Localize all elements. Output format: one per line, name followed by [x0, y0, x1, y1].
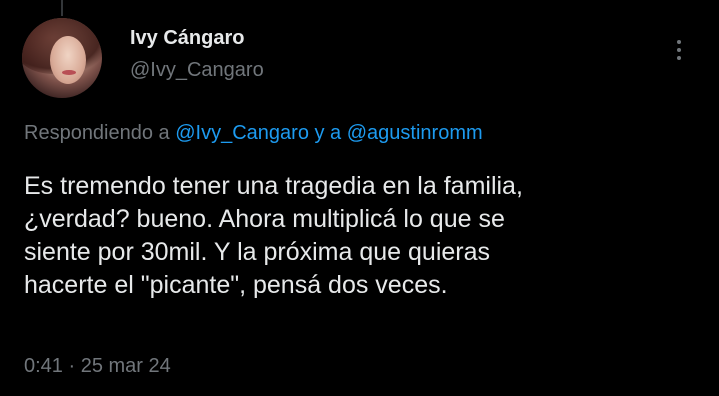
- tweet-line: hacerte el "picante", pensá dos veces.: [24, 271, 448, 299]
- avatar-face: [50, 36, 86, 84]
- tweet-line: Es tremendo tener una tragedia en la fam…: [24, 172, 523, 200]
- more-vertical-icon[interactable]: [668, 34, 690, 66]
- meta-separator: ·: [62, 355, 81, 377]
- avatar[interactable]: [22, 18, 102, 98]
- author-name[interactable]: Ivy Cángaro: [130, 27, 244, 50]
- tweet-timestamp[interactable]: 0:41 · 25 mar 24: [24, 355, 171, 378]
- reply-mention-ivy[interactable]: @Ivy_Cangaro: [175, 122, 309, 144]
- reply-prefix: Respondiendo a: [24, 122, 176, 144]
- tweet-text: Es tremendo tener una tragedia en la fam…: [24, 170, 704, 302]
- reply-connector: y a: [308, 122, 347, 144]
- tweet-date: 25 mar 24: [80, 355, 171, 377]
- reply-mention-agustin[interactable]: @agustinromm: [347, 122, 483, 144]
- more-dot: [677, 48, 681, 52]
- more-dot: [677, 56, 681, 60]
- avatar-lips: [62, 70, 76, 75]
- tweet-line: ¿verdad? bueno. Ahora multiplicá lo que …: [24, 205, 505, 233]
- tweet-line: siente por 30mil. Y la próxima que quier…: [24, 238, 491, 266]
- thread-connector-line: [61, 0, 63, 16]
- author-handle[interactable]: @Ivy_Cangaro: [130, 59, 264, 82]
- reply-context: Respondiendo a @Ivy_Cangaro y a @agustin…: [24, 122, 483, 145]
- more-dot: [677, 40, 681, 44]
- tweet-time: 0:41: [24, 355, 63, 377]
